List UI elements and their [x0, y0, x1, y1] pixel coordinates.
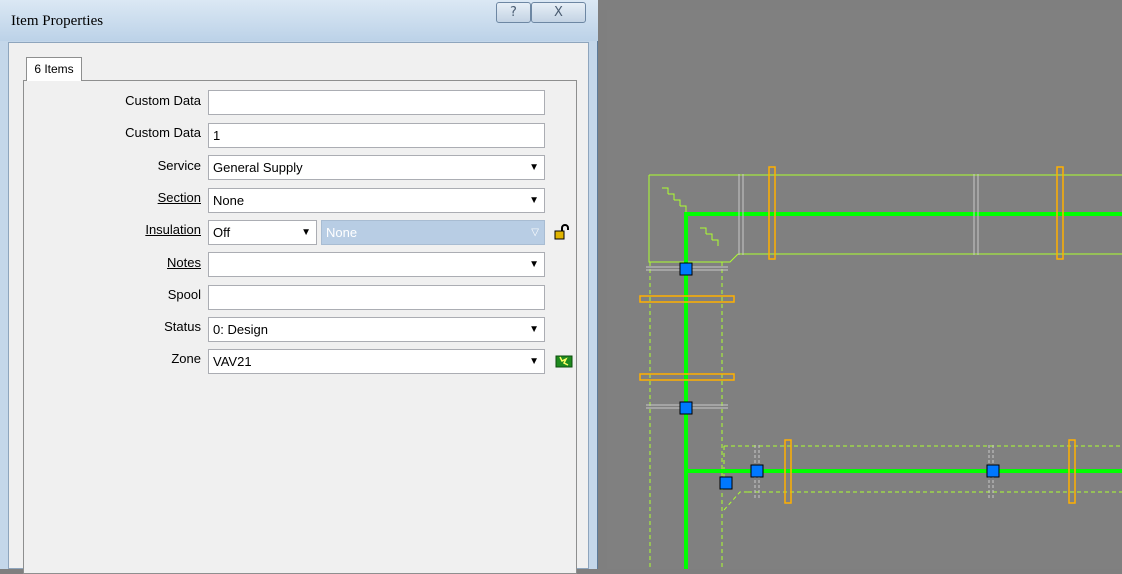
insulation-label[interactable]: Insulation: [145, 222, 201, 237]
status-label: Status: [164, 319, 201, 334]
chevron-down-icon: ▽: [531, 227, 539, 238]
custom-data-label: Custom Data: [125, 93, 201, 108]
insulation-dropdown[interactable]: Off ▼: [208, 220, 317, 245]
insulation-spec-value: None: [326, 225, 358, 240]
status-dropdown[interactable]: 0: Design ▼: [208, 317, 545, 342]
spool-input[interactable]: [208, 285, 545, 310]
drawing-canvas[interactable]: [607, 10, 1122, 569]
custom-data-value: 1: [213, 128, 221, 143]
item-properties-dialog: Item Properties ? X 6 Items Custom Data …: [0, 0, 598, 574]
duct-drawing: [639, 166, 1122, 569]
duct-centerline: [684, 212, 1122, 569]
tab-6-items[interactable]: 6 Items: [26, 57, 82, 81]
chevron-down-icon[interactable]: ▼: [301, 221, 311, 244]
insulation-value: Off: [213, 225, 231, 240]
zone-value: VAV21: [213, 354, 252, 369]
hangers: [639, 166, 1076, 504]
upper-duct-outline: [648, 174, 1122, 263]
new-zone-icon[interactable]: [555, 354, 573, 373]
chevron-down-icon[interactable]: ▼: [529, 253, 539, 276]
custom-data-input[interactable]: 1: [208, 123, 545, 148]
service-label: Service: [157, 158, 201, 173]
chevron-down-icon[interactable]: ▼: [529, 156, 539, 179]
section-label[interactable]: Section: [158, 190, 201, 205]
window-title: Item Properties: [11, 13, 104, 29]
zone-dropdown[interactable]: VAV21 ▼: [208, 349, 545, 374]
section-value: None: [213, 193, 245, 208]
node-handles: [679, 262, 1000, 490]
custom-data-label: Custom Data: [125, 125, 201, 140]
title-bar[interactable]: Item Properties ? X: [0, 0, 598, 41]
chevron-down-icon[interactable]: ▼: [529, 318, 539, 341]
chevron-down-icon[interactable]: ▼: [529, 350, 539, 373]
spool-label: Spool: [167, 287, 201, 302]
custom-data-input[interactable]: [208, 90, 545, 115]
status-value: 0: Design: [213, 322, 268, 337]
close-button[interactable]: X: [531, 2, 586, 23]
lower-duct-outline: [723, 445, 1122, 511]
service-value: General Supply: [213, 160, 303, 175]
notes-label[interactable]: Notes: [167, 255, 201, 270]
insulation-spec-dropdown: None ▽: [321, 220, 545, 245]
notes-dropdown[interactable]: ▼: [208, 252, 545, 277]
service-dropdown[interactable]: General Supply ▼: [208, 155, 545, 180]
connector-bars: [646, 174, 979, 409]
section-dropdown[interactable]: None ▼: [208, 188, 545, 213]
chevron-down-icon[interactable]: ▼: [529, 189, 539, 212]
turning-vanes: [662, 187, 719, 246]
zone-label: Zone: [171, 351, 201, 366]
unlock-padlock-icon[interactable]: [554, 224, 572, 245]
help-button[interactable]: ?: [496, 2, 531, 23]
